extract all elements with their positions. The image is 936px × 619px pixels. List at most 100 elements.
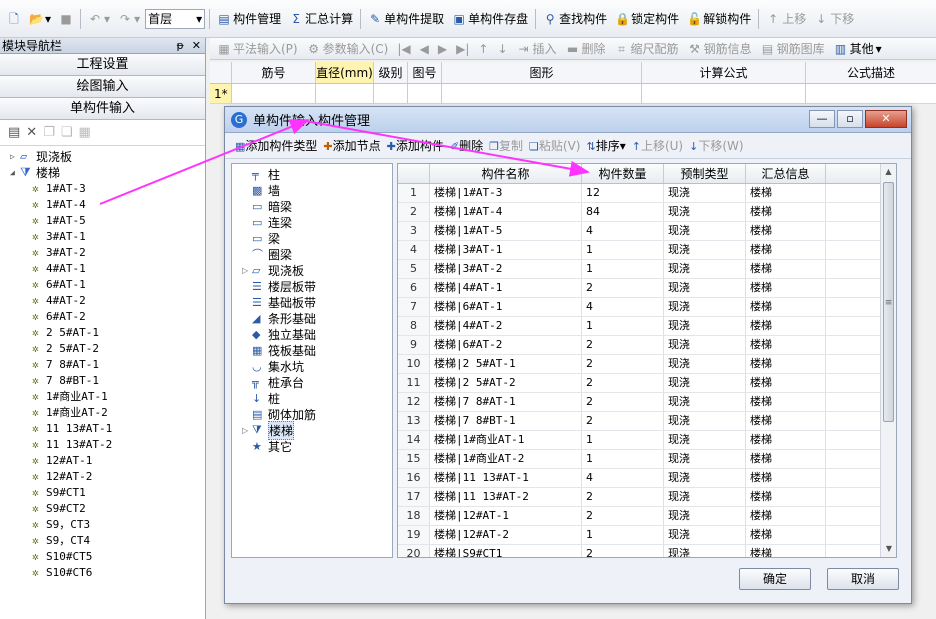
summary-info-cell[interactable]: 楼梯 bbox=[746, 374, 826, 392]
summary-info-cell[interactable]: 楼梯 bbox=[746, 260, 826, 278]
component-manage-button[interactable]: ▤ 构件管理 bbox=[214, 8, 284, 30]
minimize-button[interactable]: — bbox=[809, 110, 835, 128]
tree-node-stair-child[interactable]: ✲ S9，CT3 bbox=[10, 516, 205, 532]
tree-node-slab[interactable]: ▷ ▱ 现浇板 bbox=[10, 148, 205, 164]
component-qty-cell[interactable]: 2 bbox=[582, 545, 664, 557]
summary-info-cell[interactable]: 楼梯 bbox=[746, 222, 826, 240]
list-row[interactable]: 10 楼梯|2 5#AT-1 2 现浇 楼梯 bbox=[398, 355, 896, 374]
nav-next-icon[interactable]: ▶ bbox=[435, 38, 450, 60]
tree-node-stair-child[interactable]: ✲ 6#AT-1 bbox=[10, 276, 205, 292]
tree-node-stair-child[interactable]: ✲ 4#AT-1 bbox=[10, 260, 205, 276]
type-tree-node[interactable]: ╤ 柱 bbox=[232, 166, 392, 182]
list-row[interactable]: 15 楼梯|1#商业AT-2 1 现浇 楼梯 bbox=[398, 450, 896, 469]
rebar-info-button[interactable]: ⚒ 钢筋信息 bbox=[685, 38, 755, 60]
col-formula[interactable]: 计算公式 bbox=[642, 62, 806, 83]
col-component-qty[interactable]: 构件数量 bbox=[582, 164, 664, 183]
list-row[interactable]: 1 楼梯|1#AT-3 12 现浇 楼梯 bbox=[398, 184, 896, 203]
type-tree-node[interactable]: ▷ ⧩ 楼梯 bbox=[232, 420, 392, 440]
list-row[interactable]: 14 楼梯|1#商业AT-1 1 现浇 楼梯 bbox=[398, 431, 896, 450]
save-icon[interactable]: ■ bbox=[56, 8, 76, 30]
copy-icon[interactable]: ❐ bbox=[43, 125, 55, 140]
add-type-button[interactable]: ▦添加构件类型 bbox=[235, 137, 317, 154]
component-qty-cell[interactable]: 2 bbox=[582, 336, 664, 354]
close-button[interactable]: ✕ bbox=[865, 110, 907, 128]
component-qty-cell[interactable]: 4 bbox=[582, 298, 664, 316]
delete-icon[interactable]: ✕ bbox=[26, 125, 37, 140]
row-up-icon[interactable]: ↑ bbox=[475, 38, 491, 60]
type-tree-node[interactable]: ▭ 连梁 bbox=[232, 214, 392, 230]
cell[interactable] bbox=[374, 84, 408, 103]
component-name-cell[interactable]: 楼梯|1#AT-3 bbox=[430, 184, 582, 202]
summary-info-cell[interactable]: 楼梯 bbox=[746, 488, 826, 506]
tree-node-stair-child[interactable]: ✲ 4#AT-2 bbox=[10, 292, 205, 308]
tree-node-stair-child[interactable]: ✲ 1#AT-4 bbox=[10, 196, 205, 212]
component-name-cell[interactable]: 楼梯|12#AT-2 bbox=[430, 526, 582, 544]
summary-info-cell[interactable]: 楼梯 bbox=[746, 412, 826, 430]
list-row[interactable]: 17 楼梯|11 13#AT-2 2 现浇 楼梯 bbox=[398, 488, 896, 507]
scroll-thumb[interactable]: ≡ bbox=[883, 182, 894, 422]
type-tree-node[interactable]: ⌒ 圈梁 bbox=[232, 246, 392, 262]
component-qty-cell[interactable]: 1 bbox=[582, 260, 664, 278]
type-tree-node[interactable]: ▩ 墙 bbox=[232, 182, 392, 198]
type-tree-node[interactable]: ◡ 集水坑 bbox=[232, 358, 392, 374]
summary-info-cell[interactable]: 楼梯 bbox=[746, 241, 826, 259]
dialog-title-bar[interactable]: G 单构件输入构件管理 — ▫ ✕ bbox=[225, 107, 911, 133]
component-name-cell[interactable]: 楼梯|6#AT-2 bbox=[430, 336, 582, 354]
precast-type-cell[interactable]: 现浇 bbox=[664, 488, 746, 506]
list-row[interactable]: 19 楼梯|12#AT-2 1 现浇 楼梯 bbox=[398, 526, 896, 545]
tree-node-stair-child[interactable]: ✲ S10#CT5 bbox=[10, 548, 205, 564]
tree-node-stair-child[interactable]: ✲ S9#CT2 bbox=[10, 500, 205, 516]
component-qty-cell[interactable]: 2 bbox=[582, 393, 664, 411]
list-row[interactable]: 9 楼梯|6#AT-2 2 现浇 楼梯 bbox=[398, 336, 896, 355]
list-row[interactable]: 2 楼梯|1#AT-4 84 现浇 楼梯 bbox=[398, 203, 896, 222]
new-file-icon[interactable]: 🗋 bbox=[4, 8, 24, 30]
component-name-cell[interactable]: 楼梯|1#商业AT-2 bbox=[430, 450, 582, 468]
component-name-cell[interactable]: 楼梯|4#AT-2 bbox=[430, 317, 582, 335]
summary-info-cell[interactable]: 楼梯 bbox=[746, 469, 826, 487]
component-name-cell[interactable]: 楼梯|11 13#AT-1 bbox=[430, 469, 582, 487]
precast-type-cell[interactable]: 现浇 bbox=[664, 545, 746, 557]
summary-info-cell[interactable]: 楼梯 bbox=[746, 431, 826, 449]
col-grade[interactable]: 级别 bbox=[374, 62, 408, 83]
ok-button[interactable]: 确定 bbox=[739, 568, 811, 590]
col-diameter[interactable]: 直径(mm) bbox=[316, 62, 374, 83]
type-tree-node[interactable]: ↓ 桩 bbox=[232, 390, 392, 406]
row-down-icon[interactable]: ↓ bbox=[494, 38, 510, 60]
type-tree-node[interactable]: ◆ 独立基础 bbox=[232, 326, 392, 342]
unlock-component-button[interactable]: 🔓 解锁构件 bbox=[684, 8, 754, 30]
type-tree-node[interactable]: ▭ 梁 bbox=[232, 230, 392, 246]
component-qty-cell[interactable]: 4 bbox=[582, 469, 664, 487]
component-name-cell[interactable]: 楼梯|2 5#AT-2 bbox=[430, 374, 582, 392]
component-qty-cell[interactable]: 2 bbox=[582, 507, 664, 525]
type-tree-node[interactable]: ▷ ▱ 现浇板 bbox=[232, 262, 392, 278]
tree-node-stair-child[interactable]: ✲ 1#AT-3 bbox=[10, 180, 205, 196]
close-icon[interactable]: ✕ bbox=[192, 39, 201, 52]
component-name-cell[interactable]: 楼梯|S9#CT1 bbox=[430, 545, 582, 557]
component-qty-cell[interactable]: 1 bbox=[582, 526, 664, 544]
tree-node-stair-child[interactable]: ✲ S9，CT4 bbox=[10, 532, 205, 548]
tree-node-stair-child[interactable]: ✲ 1#商业AT-2 bbox=[10, 404, 205, 420]
nav-last-icon[interactable]: ▶| bbox=[453, 38, 472, 60]
component-name-cell[interactable]: 楼梯|6#AT-1 bbox=[430, 298, 582, 316]
cell[interactable] bbox=[316, 84, 374, 103]
plan-input-button[interactable]: ▦ 平法输入(P) bbox=[214, 38, 301, 60]
expand-icon[interactable]: ▷ bbox=[242, 266, 252, 275]
col-formula-desc[interactable]: 公式描述 bbox=[806, 62, 936, 83]
tree-node-stair-child[interactable]: ✲ S9#CT1 bbox=[10, 484, 205, 500]
component-qty-cell[interactable]: 2 bbox=[582, 355, 664, 373]
col-shape[interactable]: 图形 bbox=[442, 62, 642, 83]
precast-type-cell[interactable]: 现浇 bbox=[664, 298, 746, 316]
paste-icon[interactable]: ❏ bbox=[61, 125, 73, 140]
type-tree-node[interactable]: ▤ 砌体加筋 bbox=[232, 406, 392, 422]
redo-icon[interactable]: ↷ ▾ bbox=[115, 8, 143, 30]
properties-icon[interactable]: ▤ bbox=[8, 125, 20, 140]
cell[interactable] bbox=[408, 84, 442, 103]
delete-button[interactable]: ✐删除 bbox=[450, 137, 483, 154]
component-qty-cell[interactable]: 12 bbox=[582, 184, 664, 202]
scroll-down-icon[interactable]: ▼ bbox=[881, 541, 896, 557]
move-down-button[interactable]: ↓ 下移 bbox=[811, 8, 857, 30]
type-tree-node[interactable]: ★ 其它 bbox=[232, 438, 392, 454]
cell[interactable] bbox=[442, 84, 642, 103]
summary-info-cell[interactable]: 楼梯 bbox=[746, 298, 826, 316]
summary-info-cell[interactable]: 楼梯 bbox=[746, 393, 826, 411]
